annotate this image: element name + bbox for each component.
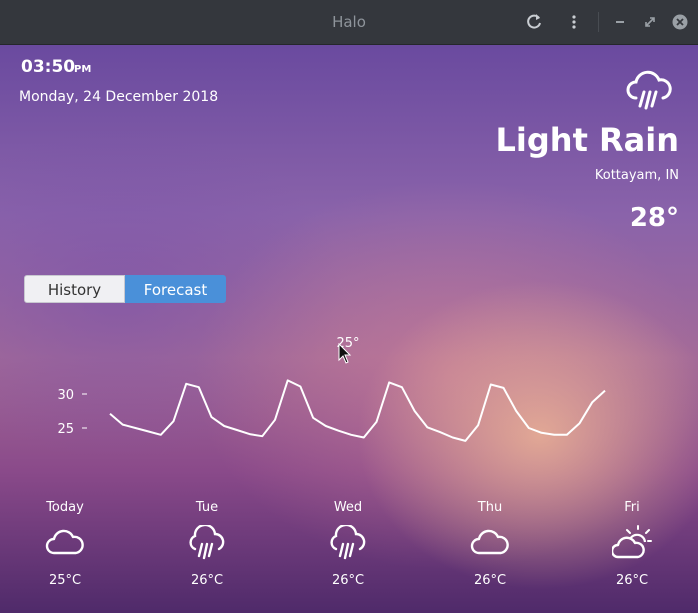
partly-cloudy-day-icon (612, 525, 652, 559)
title-bar: Halo (0, 0, 698, 45)
maximize-icon[interactable] (640, 12, 660, 32)
y-tick-label: 25 (57, 422, 74, 437)
weather-condition: Light Rain (495, 121, 679, 159)
history-forecast-toggle: History Forecast (24, 275, 226, 303)
forecast-day: Tue 26°C (162, 500, 252, 588)
tab-history[interactable]: History (24, 275, 125, 303)
forecast-day-temp: 26°C (190, 573, 224, 588)
rain-cloud-icon (189, 525, 225, 560)
window-title: Halo (332, 13, 366, 31)
weather-panel: 03:50 PM Monday, 24 December 2018 Light … (0, 45, 698, 613)
forecast-day-name: Today (46, 500, 84, 515)
location-label: Kottayam, IN (594, 168, 679, 183)
forecast-day-temp: 26°C (331, 573, 365, 588)
y-tick-label: 30 (57, 388, 74, 403)
forecast-day-temp: 25°C (48, 573, 82, 588)
minimize-icon[interactable] (610, 12, 630, 32)
current-time: 03:50 (21, 57, 76, 77)
forecast-day: Today 25°C (20, 500, 110, 588)
current-temperature: 28° (629, 203, 679, 233)
tab-forecast[interactable]: Forecast (125, 275, 226, 303)
forecast-day: Fri 26°C (587, 500, 677, 588)
forecast-day-name: Fri (624, 500, 640, 515)
forecast-day-name: Thu (477, 500, 503, 515)
titlebar-separator (598, 12, 599, 32)
cloud-icon (45, 529, 84, 555)
menu-dots-icon[interactable] (564, 12, 584, 32)
mouse-cursor-icon (338, 343, 352, 364)
refresh-icon[interactable] (524, 12, 544, 32)
close-icon[interactable] (670, 12, 690, 32)
forecast-day: Wed 26°C (303, 500, 393, 588)
temperature-line (109, 379, 606, 442)
forecast-day-name: Tue (195, 500, 219, 515)
current-date: Monday, 24 December 2018 (19, 89, 219, 105)
rain-cloud-icon (330, 525, 366, 560)
forecast-day-name: Wed (333, 500, 363, 515)
rain-cloud-icon (626, 70, 672, 110)
time-period: PM (74, 64, 92, 75)
cloud-icon (470, 529, 509, 555)
forecast-day-temp: 26°C (473, 573, 507, 588)
forecast-day-temp: 26°C (615, 573, 649, 588)
forecast-row: Today 25°C Tue 26°C Wed 26°C Thu 26°C Fr… (0, 500, 698, 610)
forecast-day: Thu 26°C (445, 500, 535, 588)
